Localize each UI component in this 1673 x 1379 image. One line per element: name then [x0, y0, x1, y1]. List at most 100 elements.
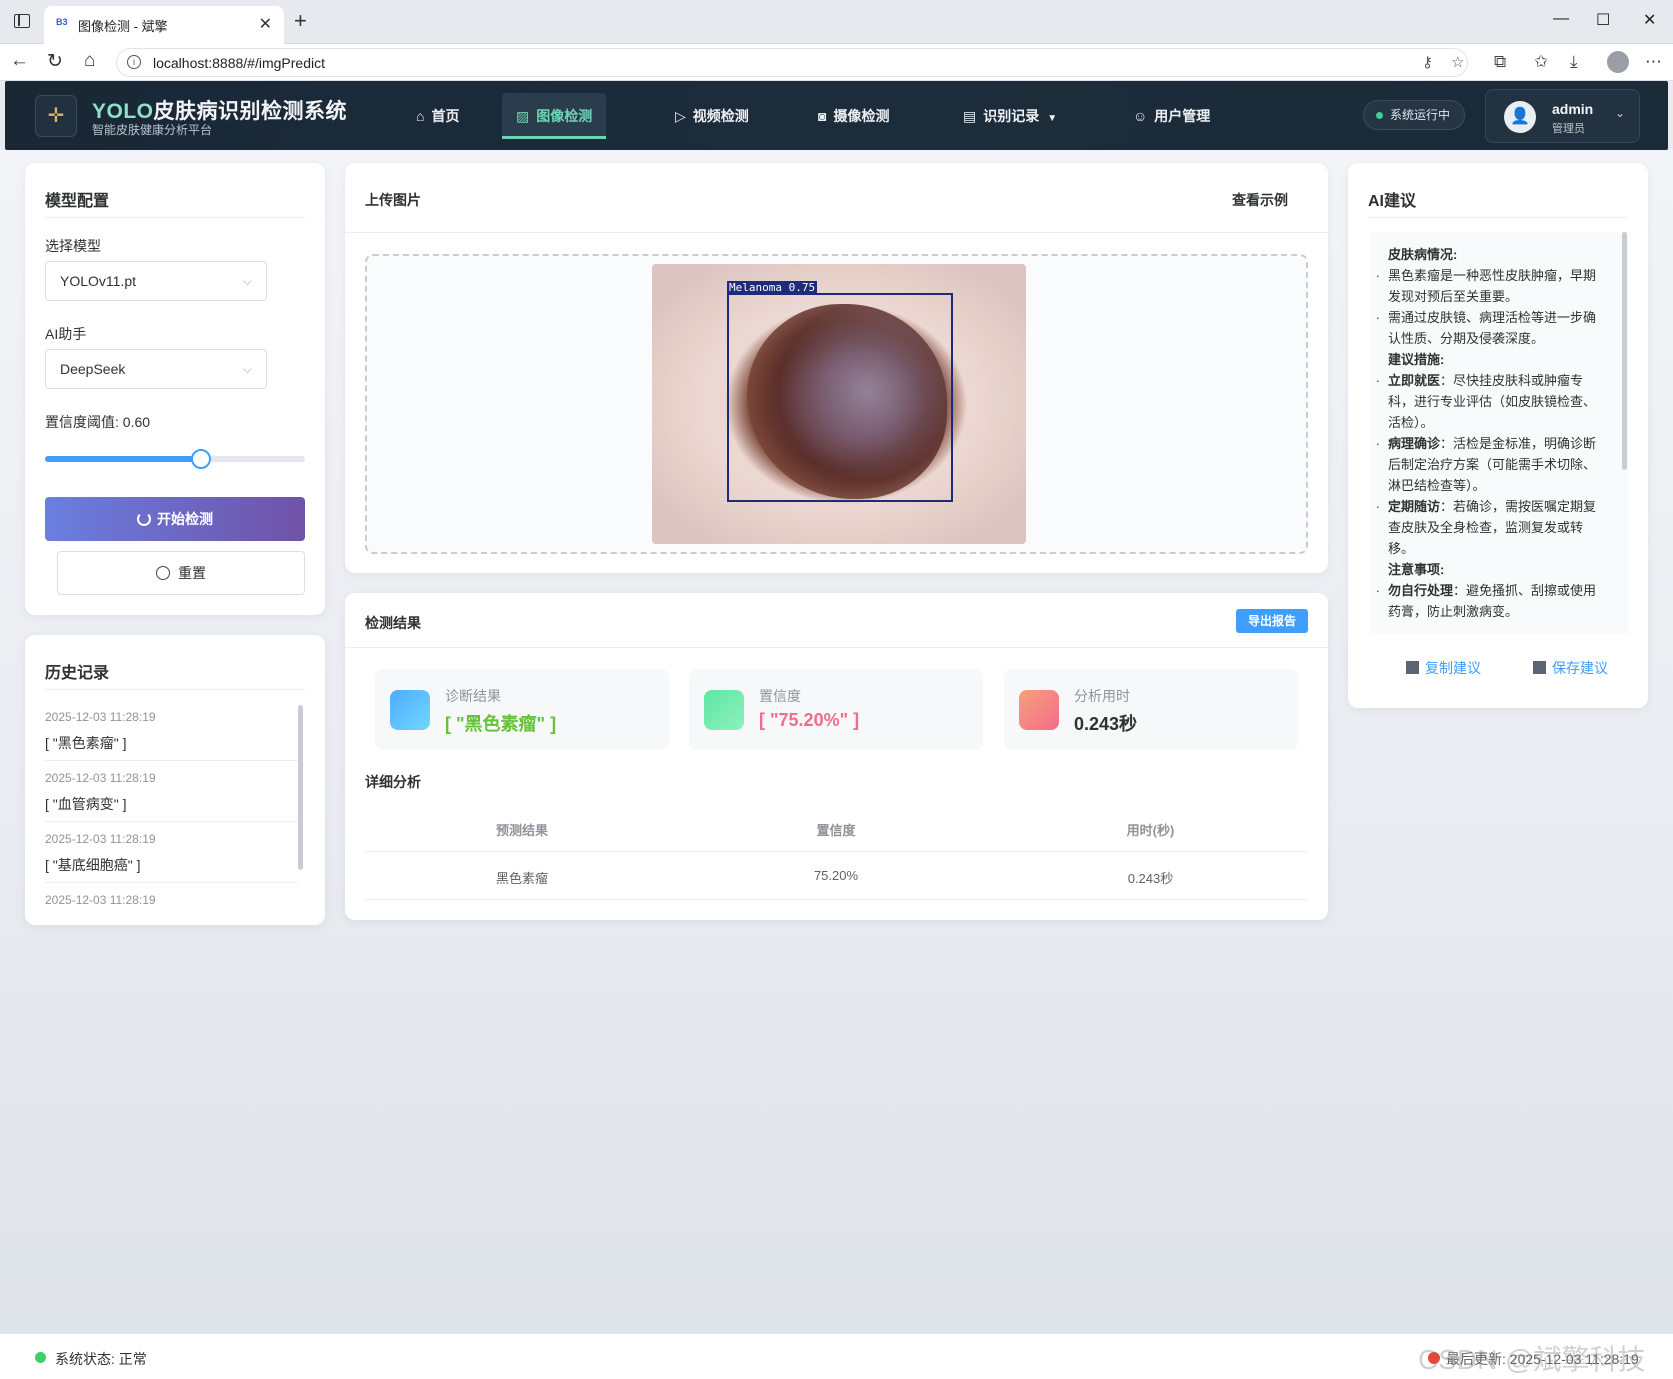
nav-home[interactable]: ⌂ 首页 — [402, 93, 473, 139]
ai-advice-line: 后制定治疗方案（可能需手术切除、 — [1388, 457, 1597, 472]
ai-assistant-select[interactable]: DeepSeek ⌵ — [45, 349, 267, 389]
more-menu-icon[interactable]: ⋯ — [1645, 52, 1662, 72]
copy-icon — [1406, 661, 1419, 674]
back-icon[interactable]: ← — [10, 50, 29, 72]
watermark: CSDN @斌擎科技 — [1418, 1344, 1646, 1375]
history-scrollbar[interactable] — [298, 705, 303, 870]
model-select-label: 选择模型 — [45, 238, 101, 254]
status-ok-dot-icon — [35, 1352, 46, 1363]
list-marker: . — [1376, 496, 1380, 511]
ai-advice-line: 活检）。 — [1388, 415, 1434, 430]
list-marker: . — [1376, 370, 1380, 385]
nav-video-detect[interactable]: ▷ 视频检测 — [661, 93, 763, 139]
slider-handle[interactable] — [191, 449, 211, 469]
site-info-icon[interactable]: i — [127, 55, 141, 69]
ai-advice-line: . 病理确诊：活检是金标准，明确诊断 — [1376, 433, 1597, 451]
chevron-down-icon: ⌵ — [242, 274, 252, 288]
reload-icon[interactable]: ↻ — [47, 50, 63, 73]
ai-assistant-label: AI助手 — [45, 326, 87, 342]
save-icon — [1533, 661, 1546, 674]
upload-dropzone[interactable]: Melanoma 0.75 — [365, 254, 1308, 554]
ai-advice-title: AI建议 — [1368, 193, 1417, 210]
user-avatar-icon: 👤 — [1504, 101, 1536, 133]
stat-confidence: 置信度 [ "75.20%" ] — [689, 669, 983, 750]
user-icon: ☺ — [1133, 108, 1148, 124]
copy-advice-button[interactable]: 复制建议 — [1406, 658, 1481, 678]
confidence-icon — [704, 690, 744, 730]
new-tab-icon[interactable]: + — [294, 8, 307, 34]
history-item[interactable]: 2025-12-03 11:28:19[ "基底细胞癌" ] — [45, 822, 298, 883]
history-list[interactable]: 2025-12-03 11:28:19[ "黑色素瘤" ] 2025-12-03… — [0, 700, 330, 905]
divider — [1368, 217, 1628, 218]
maximize-icon[interactable]: ☐ — [1596, 10, 1610, 30]
user-name: admin — [1552, 101, 1594, 117]
table-cell: 75.20% — [813, 868, 859, 883]
system-status-text: 系统状态: 正常 — [55, 1351, 147, 1367]
history-item[interactable]: 2025-12-03 11:28:19[ "血管病变" ] — [45, 761, 298, 822]
ai-advice-line: 淋巴结检查等）。 — [1388, 478, 1486, 493]
status-dot-icon — [1376, 112, 1383, 119]
ai-advice-line: . 定期随访：若确诊，需按医嘱定期复 — [1376, 496, 1597, 514]
favicon-icon: B3 — [56, 17, 68, 27]
url-text: localhost:8888/#/imgPredict — [153, 55, 325, 71]
history-item[interactable]: 2025-12-03 11:28:19 — [45, 883, 298, 905]
table-cell: 黑色素瘤 — [495, 871, 548, 886]
image-icon: ▨ — [516, 108, 530, 124]
column-header: 用时(秒) — [1126, 823, 1175, 838]
ai-advice-content[interactable]: 皮肤病情况: . 黑色素瘤是一种恶性皮肤肿瘤，早期 发现对预后至关重要。 . 需通过皮肤镜… — [1370, 232, 1628, 634]
list-marker: . — [1376, 307, 1380, 322]
extensions-icon[interactable]: ⧉ — [1494, 52, 1506, 72]
user-menu[interactable]: 👤 admin 管理员 ⌄ — [1485, 89, 1640, 143]
status-footer: 系统状态: 正常 最后更新: 2025-12-03 11:28:19 CSDN … — [0, 1333, 1673, 1379]
list-marker: . — [1376, 433, 1380, 448]
minimize-icon[interactable]: — — [1553, 10, 1569, 28]
history-item[interactable]: 2025-12-03 11:28:19[ "黑色素瘤" ] — [45, 700, 298, 761]
browser-tab[interactable]: B3 图像检测 - 斌擎 ✕ — [44, 6, 284, 44]
url-field[interactable]: i localhost:8888/#/imgPredict ⚷ ☆ — [116, 48, 1468, 77]
tab-close-icon[interactable]: ✕ — [259, 14, 272, 34]
home-icon: ⌂ — [416, 108, 425, 124]
confidence-label: 置信度阈值: 0.60 — [45, 414, 151, 430]
nav-camera-detect[interactable]: ◙ 摄像检测 — [804, 93, 903, 139]
favorite-star-icon[interactable]: ☆ — [1451, 53, 1464, 71]
start-detect-button[interactable]: 开始检测 — [45, 497, 305, 541]
camera-icon: ◙ — [818, 108, 827, 124]
nav-image-detect[interactable]: ▨ 图像检测 — [502, 93, 607, 139]
ai-advice-line: 建议措施: — [1388, 352, 1445, 367]
column-header: 置信度 — [816, 823, 856, 838]
browser-address-bar: ← ↻ ⌂ i localhost:8888/#/imgPredict ⚷ ☆ … — [0, 44, 1673, 81]
ai-advice-scrollbar[interactable] — [1622, 232, 1627, 470]
model-select[interactable]: YOLOv11.pt ⌵ — [45, 261, 267, 301]
divider — [345, 232, 1328, 233]
stat-diagnosis: 诊断结果 [ "黑色素瘤" ] — [375, 669, 669, 750]
system-status-badge: 系统运行中 — [1363, 100, 1465, 130]
save-advice-button[interactable]: 保存建议 — [1533, 658, 1608, 678]
ai-advice-line: . 勿自行处理：避免搔抓、刮擦或使用 — [1376, 580, 1597, 598]
profile-avatar-icon[interactable] — [1607, 51, 1629, 73]
divider — [345, 647, 1328, 648]
chevron-down-icon: ▼ — [1047, 113, 1058, 124]
favorites-icon[interactable]: ✩ — [1534, 52, 1548, 72]
view-example-link[interactable]: 查看示例 — [1232, 190, 1288, 210]
model-config-card — [25, 163, 325, 615]
document-icon: ▤ — [963, 108, 977, 124]
window-menu-icon[interactable] — [14, 14, 30, 28]
detection-bounding-box — [727, 293, 953, 502]
download-icon[interactable]: ⤓ — [1570, 52, 1578, 72]
export-report-button[interactable]: 导出报告 — [1236, 609, 1308, 633]
ai-advice-line: 注意事项: — [1388, 562, 1445, 577]
table-divider — [365, 899, 1308, 900]
ai-advice-line: . 黑色素瘤是一种恶性皮肤肿瘤，早期 — [1376, 265, 1597, 283]
ai-advice-line: 查皮肤及全身检查，监测复发或转 — [1388, 520, 1584, 535]
nav-user-management[interactable]: ☺ 用户管理 — [1119, 93, 1224, 139]
home-browser-icon[interactable]: ⌂ — [84, 50, 95, 72]
confidence-slider[interactable] — [45, 449, 305, 469]
window-close-icon[interactable]: ✕ — [1643, 10, 1656, 30]
divider — [45, 689, 305, 690]
list-marker: . — [1376, 265, 1380, 280]
column-header: 预测结果 — [495, 823, 548, 838]
key-icon[interactable]: ⚷ — [1422, 53, 1433, 71]
reset-button[interactable]: 重置 — [57, 551, 305, 595]
nav-records[interactable]: ▤ 识别记录 ▼ — [949, 93, 1071, 139]
ai-advice-line: 认性质、分期及侵袭深度。 — [1388, 331, 1545, 346]
